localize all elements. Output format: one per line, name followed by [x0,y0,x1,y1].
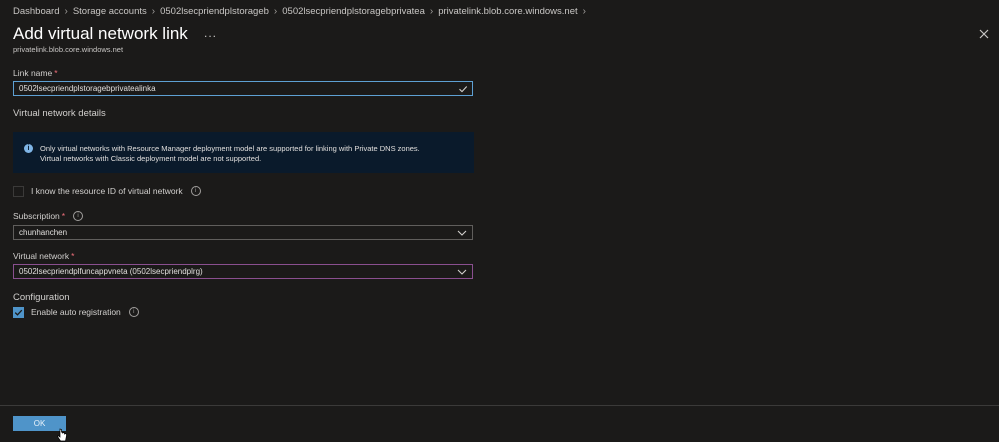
required-asterisk: * [71,251,75,261]
info-line-2: Virtual networks with Classic deployment… [40,154,262,163]
mouse-pointer-icon [57,428,67,442]
chevron-right-icon: › [273,6,278,17]
link-name-input[interactable]: 0502lsecpriendplstoragebprivatealinka [13,81,473,96]
breadcrumb-dns-zone[interactable]: privatelink.blob.core.windows.net [438,6,577,17]
virtual-network-label: Virtual network * [13,251,74,261]
info-icon[interactable]: i [73,211,84,221]
checkmark-icon [14,309,23,316]
info-banner: i Only virtual networks with Resource Ma… [13,132,474,173]
chevron-right-icon: › [429,6,434,17]
virtual-network-label-text: Virtual network [13,251,70,261]
link-name-label: Link name * [13,68,58,78]
check-icon [459,86,468,93]
breadcrumb-storage-accounts[interactable]: Storage accounts [73,6,147,17]
resource-id-label: I know the resource ID of virtual networ… [31,186,201,196]
virtual-network-details-heading: Virtual network details [13,108,106,119]
resource-id-checkbox[interactable] [13,186,24,197]
page-subtitle: privatelink.blob.core.windows.net [13,45,124,54]
auto-registration-label-text: Enable auto registration [31,307,121,317]
chevron-right-icon: › [151,6,156,17]
auto-registration-label: Enable auto registration i [31,307,139,317]
close-icon[interactable] [977,27,991,41]
breadcrumb: Dashboard › Storage accounts › 0502lsecp… [13,6,591,17]
page-title: Add virtual network link [13,24,188,43]
more-options-icon[interactable]: ... [204,26,217,40]
chevron-down-icon [457,230,467,236]
subscription-label-text: Subscription [13,211,60,221]
required-asterisk: * [54,68,58,78]
auto-registration-checkbox[interactable] [13,307,24,318]
link-name-value: 0502lsecpriendplstoragebprivatealinka [19,84,156,93]
chevron-right-icon: › [64,6,68,17]
chevron-right-icon: › [582,6,586,17]
footer-divider [0,405,999,406]
subscription-label: Subscription * i [13,211,84,221]
virtual-network-dropdown[interactable]: 0502lsecpriendplfuncappvneta (0502lsecpr… [13,264,473,279]
link-name-label-text: Link name [13,68,53,78]
virtual-network-value: 0502lsecpriendplfuncappvneta (0502lsecpr… [19,267,203,276]
info-icon: i [24,144,33,153]
info-icon[interactable]: i [190,186,201,196]
resource-id-label-text: I know the resource ID of virtual networ… [31,186,183,196]
configuration-heading: Configuration [13,292,70,303]
info-message: Only virtual networks with Resource Mana… [40,144,420,164]
breadcrumb-private-endpoint[interactable]: 0502lsecpriendplstoragebprivatea [282,6,425,17]
breadcrumb-storage-account[interactable]: 0502lsecpriendplstorageb [160,6,269,17]
subscription-value: chunhanchen [19,228,68,237]
breadcrumb-dashboard[interactable]: Dashboard [13,6,59,17]
info-line-1: Only virtual networks with Resource Mana… [40,144,420,153]
required-asterisk: * [61,211,66,221]
subscription-dropdown[interactable]: chunhanchen [13,225,473,240]
chevron-down-icon [457,269,467,275]
info-icon[interactable]: i [128,307,139,317]
